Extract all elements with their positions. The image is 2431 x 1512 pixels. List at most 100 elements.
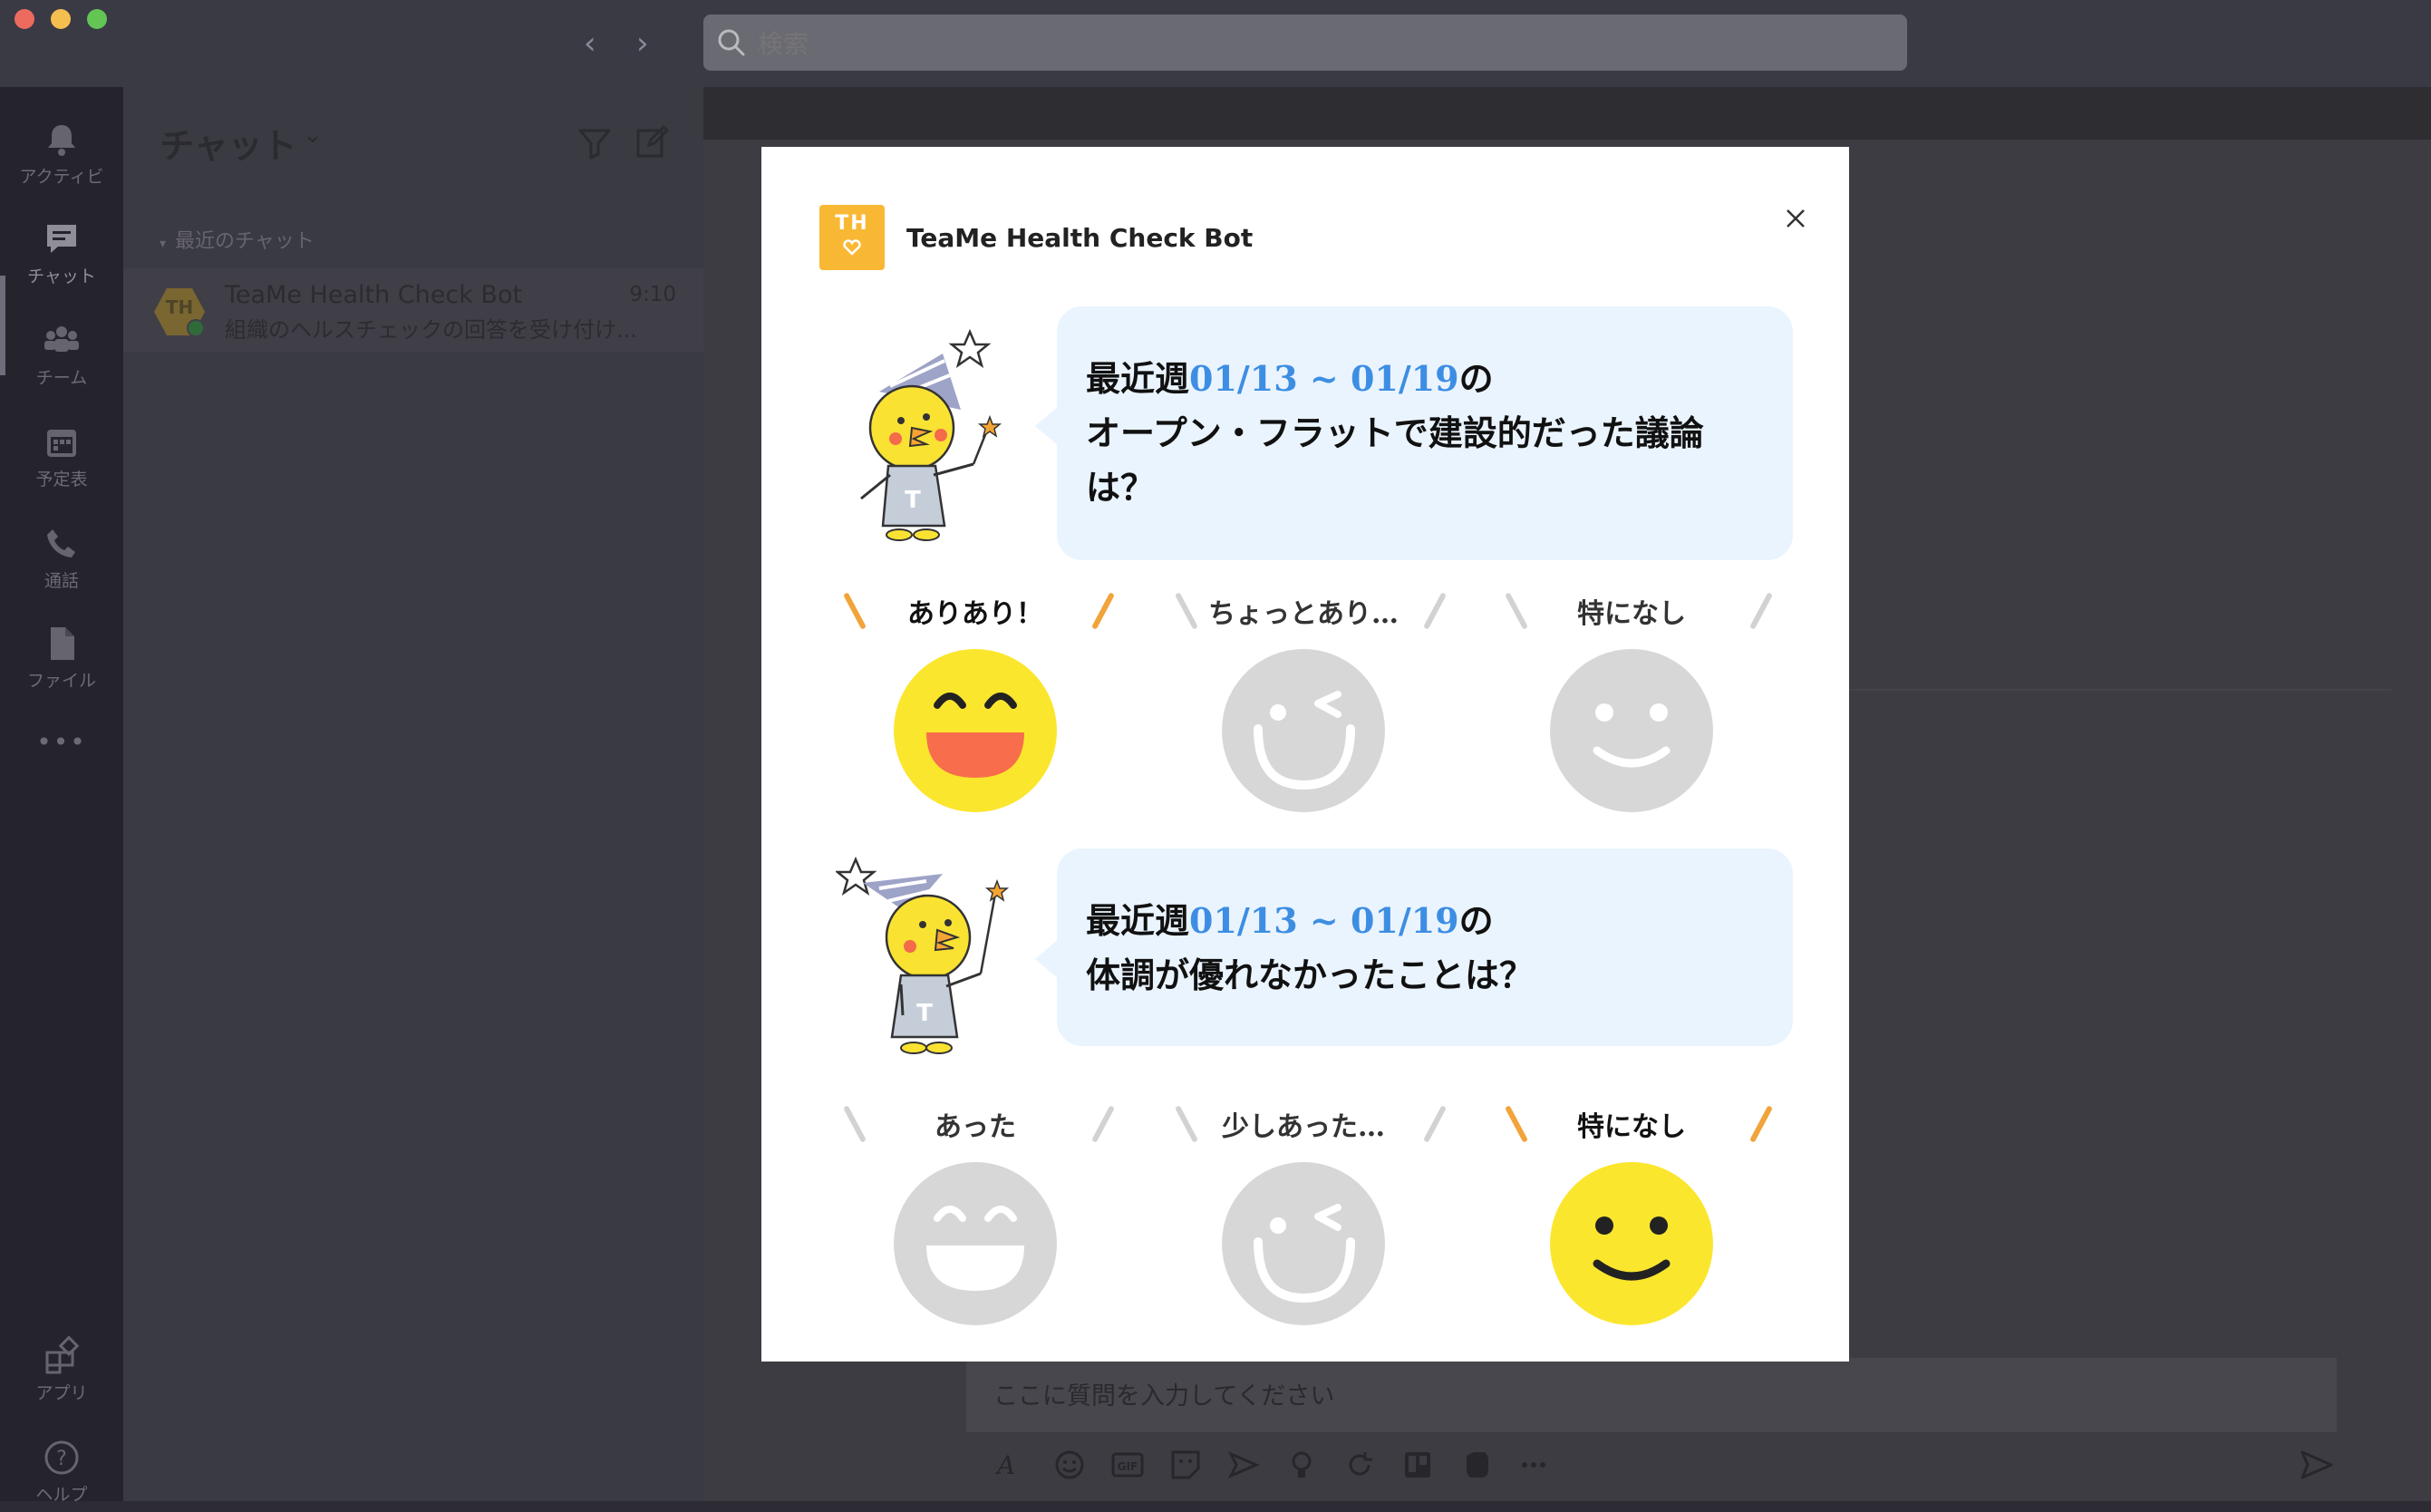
forward-arrow-icon[interactable]: › <box>636 22 649 65</box>
close-window-button[interactable] <box>15 9 34 29</box>
filter-icon[interactable] <box>576 125 613 161</box>
title-bar: ‹ › <box>0 0 2431 87</box>
rail-item-more[interactable]: ••• <box>0 709 123 800</box>
close-icon[interactable] <box>1778 201 1813 236</box>
section-label: 最近のチャット <box>175 230 315 253</box>
smile-face-icon <box>1550 649 1713 812</box>
question-line-2: オープン・フラットで建設的だった議論 <box>1086 412 1704 453</box>
chat-preview: 組織のヘルスチェックの回答を受け付け... <box>225 317 637 343</box>
rail-item-calls[interactable]: 通話 <box>0 508 123 598</box>
question-prefix: 最近週 <box>1086 900 1190 941</box>
minimize-window-button[interactable] <box>51 9 71 29</box>
option-label: ちょっとあり… <box>1208 598 1399 630</box>
rail-item-chat[interactable]: チャット <box>0 203 123 294</box>
selection-mark <box>1091 1105 1115 1143</box>
rail-item-label: ファイル <box>26 671 96 691</box>
more-icon: ••• <box>36 727 87 757</box>
rail-item-apps[interactable]: アプリ <box>0 1320 123 1410</box>
main-header <box>703 87 2431 140</box>
board-icon[interactable] <box>1400 1447 1436 1483</box>
sticker-icon[interactable] <box>1167 1447 1204 1483</box>
option-label: ありあり！ <box>907 598 1043 630</box>
format-icon[interactable]: A <box>993 1447 1030 1483</box>
wink-face-icon <box>1222 649 1385 812</box>
wink-face-icon <box>1222 1162 1385 1325</box>
question-line-2: 体調が優れなかったことは？ <box>1086 955 1535 995</box>
emoji-icon[interactable] <box>1051 1447 1088 1483</box>
page-title[interactable]: チャット <box>160 118 297 168</box>
heart-icon <box>843 239 861 256</box>
rail-item-label: 予定表 <box>35 470 88 489</box>
team-icon <box>44 326 79 352</box>
health-check-dialog: TH TeaMe Health Check Bot T 最近週01/13 ~ 0… <box>761 147 1849 1362</box>
option-label: 少しあった… <box>1222 1111 1385 1143</box>
rail-item-label: 通話 <box>44 571 79 591</box>
lightbulb-icon[interactable] <box>1283 1447 1320 1483</box>
file-icon <box>51 627 74 660</box>
question-line-1: 最近週01/13 ~ 01/19の <box>1086 352 1494 406</box>
help-icon: ? <box>44 1440 79 1475</box>
rail-item-teams[interactable]: チーム <box>0 305 123 395</box>
gif-icon[interactable]: GIF <box>1109 1447 1146 1483</box>
svg-text:A: A <box>994 1450 1015 1480</box>
date-range: 01/13 ~ 01/19 <box>1189 900 1459 941</box>
search-icon <box>718 29 745 56</box>
rail-item-help[interactable]: ? ヘルプ <box>0 1421 123 1512</box>
svg-text:GIF: GIF <box>1118 1460 1138 1473</box>
chat-time: 9:10 <box>629 283 676 306</box>
meet-icon[interactable] <box>1225 1447 1262 1483</box>
zoom-window-button[interactable] <box>87 9 107 29</box>
question-bubble-2: 最近週01/13 ~ 01/19の 体調が優れなかったことは？ <box>1035 848 1793 1046</box>
loop-icon[interactable] <box>1341 1447 1378 1483</box>
selection-mark <box>1749 592 1773 630</box>
laughing-face-icon <box>894 649 1057 812</box>
calendar-icon <box>47 430 76 457</box>
list-item[interactable]: TH TeaMe Health Check Bot 9:10 組織のヘルスチェッ… <box>123 268 703 352</box>
bot-logo-text: TH <box>835 212 869 235</box>
apps-icon <box>45 1336 80 1374</box>
rail-item-calendar[interactable]: 予定表 <box>0 406 123 497</box>
caret-down-icon: ▾ <box>160 237 167 251</box>
question-line-3: は？ <box>1086 467 1156 508</box>
more-options-icon[interactable] <box>1516 1447 1552 1483</box>
selection-mark <box>1423 1105 1447 1143</box>
evernote-icon[interactable] <box>1458 1447 1494 1483</box>
date-range: 01/13 ~ 01/19 <box>1189 358 1459 399</box>
recent-chats-section[interactable]: ▾ 最近のチャット <box>160 225 315 254</box>
rail-item-activity[interactable]: アクティビ <box>0 103 123 194</box>
question-line-1: 最近週01/13 ~ 01/19の <box>1086 894 1494 948</box>
compose-icon[interactable] <box>634 123 671 160</box>
search-bar[interactable] <box>703 15 1907 71</box>
divider <box>1847 689 2391 691</box>
message-composer[interactable]: ここに質問を入力してください <box>966 1358 2337 1432</box>
rail-item-label: ヘルプ <box>35 1485 88 1505</box>
svg-text:T: T <box>916 1000 933 1027</box>
question-bubble-1: 最近週01/13 ~ 01/19の オープン・フラットで建設的だった議論 は？ <box>1035 306 1793 560</box>
rail-item-label: チーム <box>35 368 88 388</box>
composer-placeholder: ここに質問を入力してください <box>993 1382 1335 1410</box>
bot-logo: TH <box>819 205 885 270</box>
back-arrow-icon[interactable]: ‹ <box>584 22 596 65</box>
option-label: 特になし <box>1577 1111 1686 1143</box>
option-label: 特になし <box>1577 598 1686 630</box>
question-prefix: 最近週 <box>1086 358 1190 399</box>
rail-item-label: アクティビ <box>19 167 104 187</box>
phone-icon <box>47 529 75 557</box>
chat-icon <box>47 225 76 253</box>
option-label: あった <box>935 1111 1016 1143</box>
bell-icon <box>48 125 75 156</box>
selection-mark <box>1749 1105 1773 1143</box>
selection-mark <box>1423 592 1447 630</box>
svg-text:TH: TH <box>166 296 193 318</box>
send-icon[interactable] <box>2297 1445 2337 1485</box>
avatar: TH <box>154 288 205 337</box>
search-input[interactable] <box>756 22 1847 65</box>
svg-text:T: T <box>905 487 921 514</box>
chevron-down-icon[interactable]: ⌄ <box>303 121 323 149</box>
mascot-illustration: T <box>860 328 1002 541</box>
bot-name: TeaMe Health Check Bot <box>906 223 1254 253</box>
rail-item-label: チャット <box>27 267 96 286</box>
app-rail: アクティビ チャット チーム 予定表 通話 ファイル ••• アプリ ? ヘルプ <box>0 87 123 1505</box>
rail-item-files[interactable]: ファイル <box>0 607 123 698</box>
laughing-face-icon <box>894 1162 1057 1325</box>
